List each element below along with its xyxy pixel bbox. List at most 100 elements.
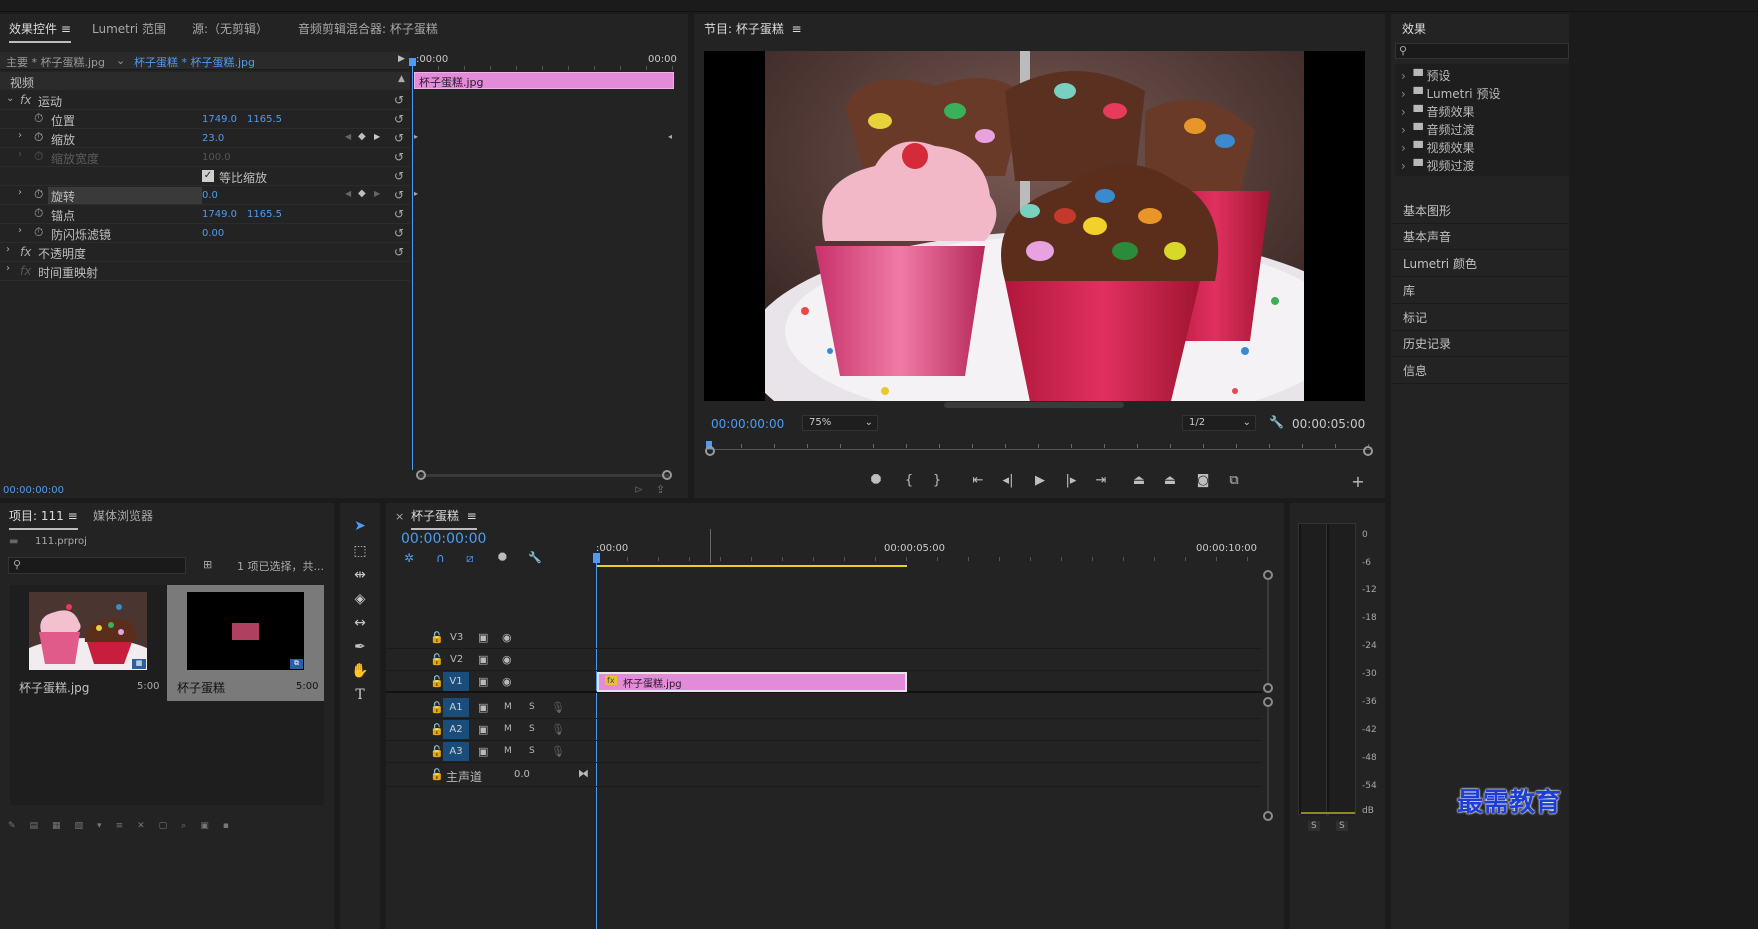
pen-tool-icon[interactable]: ✒	[349, 639, 371, 655]
project-item-sequence[interactable]: ⧉ 杯子蛋糕 5:00	[167, 585, 324, 701]
step-forward-icon[interactable]: |▸	[1062, 473, 1080, 488]
linked-selection-icon[interactable]: ⧄	[466, 551, 474, 566]
expand-icon[interactable]: ›	[18, 149, 22, 160]
expand-icon[interactable]: ⌄	[6, 93, 14, 104]
reset-icon[interactable]: ↺	[394, 227, 406, 239]
track-target-a3[interactable]: A3	[443, 742, 469, 761]
type-tool-icon[interactable]: T	[349, 687, 371, 703]
camera-icon[interactable]: ◙	[1194, 473, 1212, 488]
a-scrollbar-track[interactable]	[1267, 707, 1269, 811]
play-icon[interactable]: ▶	[1031, 473, 1049, 488]
reset-icon[interactable]: ↺	[394, 189, 406, 201]
track-label[interactable]: V3	[450, 632, 463, 643]
close-icon[interactable]: ×	[395, 510, 404, 523]
add-keyframe-icon[interactable]: ◆	[358, 188, 366, 199]
scale-value[interactable]: 23.0	[202, 133, 224, 144]
solo-button[interactable]: S	[529, 746, 535, 756]
mic-icon[interactable]: 🎙	[551, 723, 565, 736]
keyframe-marker-icon[interactable]: ◂	[668, 132, 672, 141]
mic-icon[interactable]: 🎙	[551, 745, 565, 758]
track-target-a1[interactable]: A1	[443, 698, 469, 717]
compare-icon[interactable]: ⧉	[1225, 473, 1243, 488]
track-target-a2[interactable]: A2	[443, 720, 469, 739]
tab-lumetri-scopes[interactable]: Lumetri 范围	[92, 20, 166, 37]
reset-icon[interactable]: ↺	[394, 132, 406, 144]
panel-markers[interactable]: 标记	[1391, 305, 1569, 331]
zoom-select[interactable]: 75% ⌄	[802, 415, 878, 431]
razor-tool-icon[interactable]: ◈	[349, 591, 371, 607]
clip-label[interactable]: 杯子蛋糕 * 杯子蛋糕.jpg	[134, 54, 255, 70]
project-item-image[interactable]: ▦ 杯子蛋糕.jpg 5:00	[10, 585, 166, 701]
tab-project[interactable]: 项目: 111 ≡	[9, 507, 78, 530]
mark-out-icon[interactable]: }	[928, 473, 946, 488]
eye-icon[interactable]: ◉	[502, 653, 512, 666]
export-icon[interactable]: ⇪	[656, 483, 665, 496]
keyframe-marker-icon[interactable]: ▸	[414, 132, 418, 141]
panel-libraries[interactable]: 库	[1391, 278, 1569, 304]
rotation-value[interactable]: 0.0	[202, 190, 218, 201]
stopwatch-icon[interactable]: ⏱	[34, 111, 43, 126]
eye-icon[interactable]: ◉	[502, 675, 512, 688]
solo-right-button[interactable]: S	[1336, 821, 1348, 831]
ec-timecode[interactable]: 00:00:00:00	[3, 485, 64, 496]
program-video-frame[interactable]	[704, 51, 1365, 401]
timeline-ruler[interactable]: :00:00 00:00:05:00 00:00:10:00	[596, 529, 1264, 567]
resolution-select[interactable]: 1/2 ⌄	[1182, 415, 1256, 431]
effect-folder-video-effects[interactable]: › ▀ 视频效果	[1401, 139, 1475, 156]
keyframe-marker-icon[interactable]: ▸	[414, 189, 418, 198]
effects-title[interactable]: 效果	[1402, 20, 1426, 37]
tab-source[interactable]: 源:（无剪辑）	[192, 20, 268, 37]
reset-icon[interactable]: ↺	[394, 170, 406, 182]
sync-lock-icon[interactable]: ▣	[478, 701, 488, 714]
add-marker-icon[interactable]: ⯃	[867, 473, 885, 488]
next-keyframe-icon[interactable]: ▶	[374, 189, 380, 198]
reset-icon[interactable]: ↺	[394, 94, 406, 106]
snap-icon[interactable]: ✲	[404, 551, 414, 565]
expand-icon[interactable]: ›	[18, 130, 22, 141]
lock-icon[interactable]: 🔓	[430, 701, 444, 714]
v-scroll-top[interactable]	[1263, 570, 1273, 580]
ec-zoom-scrollbar[interactable]	[416, 470, 672, 480]
tab-media-browser[interactable]: 媒体浏览器	[93, 507, 153, 524]
prev-keyframe-icon[interactable]: ◀	[345, 189, 351, 198]
film-icon[interactable]: ▣	[478, 653, 488, 666]
lock-icon[interactable]: 🔓	[430, 768, 444, 781]
prev-keyframe-icon[interactable]: ◀	[345, 132, 351, 141]
effects-search-input[interactable]: ⚲	[1395, 43, 1569, 59]
program-title[interactable]: 节目: 杯子蛋糕 ≡	[704, 20, 802, 37]
effect-folder-video-transitions[interactable]: › ▀ 视频过渡	[1401, 157, 1475, 174]
sync-lock-icon[interactable]: ▣	[478, 745, 488, 758]
filter-icon[interactable]: ⊳	[634, 483, 643, 496]
panel-history[interactable]: 历史记录	[1391, 331, 1569, 357]
lock-icon[interactable]: 🔓	[430, 653, 444, 666]
sync-lock-icon[interactable]: ▣	[478, 723, 488, 736]
a-scroll-bottom[interactable]	[1263, 811, 1273, 821]
go-to-in-icon[interactable]: ⇤	[969, 473, 987, 488]
mark-in-icon[interactable]: {	[900, 473, 918, 488]
anchor-y[interactable]: 1165.5	[247, 209, 282, 220]
effect-folder-lumetri[interactable]: › ▀ Lumetri 预设	[1401, 85, 1500, 102]
project-bottom-toolbar[interactable]: ✎▤▦▧▾≡✕▢⌕▣▪	[8, 821, 324, 831]
stopwatch-icon[interactable]: ⏱	[34, 225, 43, 240]
reset-icon[interactable]: ↺	[394, 246, 406, 258]
lift-icon[interactable]: ⏏	[1130, 473, 1148, 488]
panel-lumetri-color[interactable]: Lumetri 颜色	[1391, 251, 1569, 277]
master-volume[interactable]: 0.0	[514, 769, 530, 780]
chevron-down-icon[interactable]: ⌄	[116, 54, 125, 67]
ec-clip-block[interactable]: 杯子蛋糕.jpg	[414, 72, 674, 89]
v-scroll-bottom[interactable]	[1263, 683, 1273, 693]
timeline-playhead-handle[interactable]	[593, 553, 600, 563]
step-back-icon[interactable]: ◂|	[999, 473, 1017, 488]
program-scrubber[interactable]	[705, 441, 1373, 456]
marker-icon[interactable]: ⯃	[498, 551, 507, 565]
hand-tool-icon[interactable]: ✋	[349, 663, 371, 679]
selection-tool-icon[interactable]: ➤	[349, 518, 371, 534]
position-y[interactable]: 1165.5	[247, 114, 282, 125]
timeline-timecode[interactable]: 00:00:00:00	[401, 531, 486, 547]
lock-icon[interactable]: 🔓	[430, 675, 444, 688]
mute-button[interactable]: M	[504, 746, 512, 756]
solo-button[interactable]: S	[529, 702, 535, 712]
film-icon[interactable]: ▣	[478, 631, 488, 644]
reset-icon[interactable]: ↺	[394, 113, 406, 125]
add-button-icon[interactable]: +	[1349, 472, 1367, 491]
